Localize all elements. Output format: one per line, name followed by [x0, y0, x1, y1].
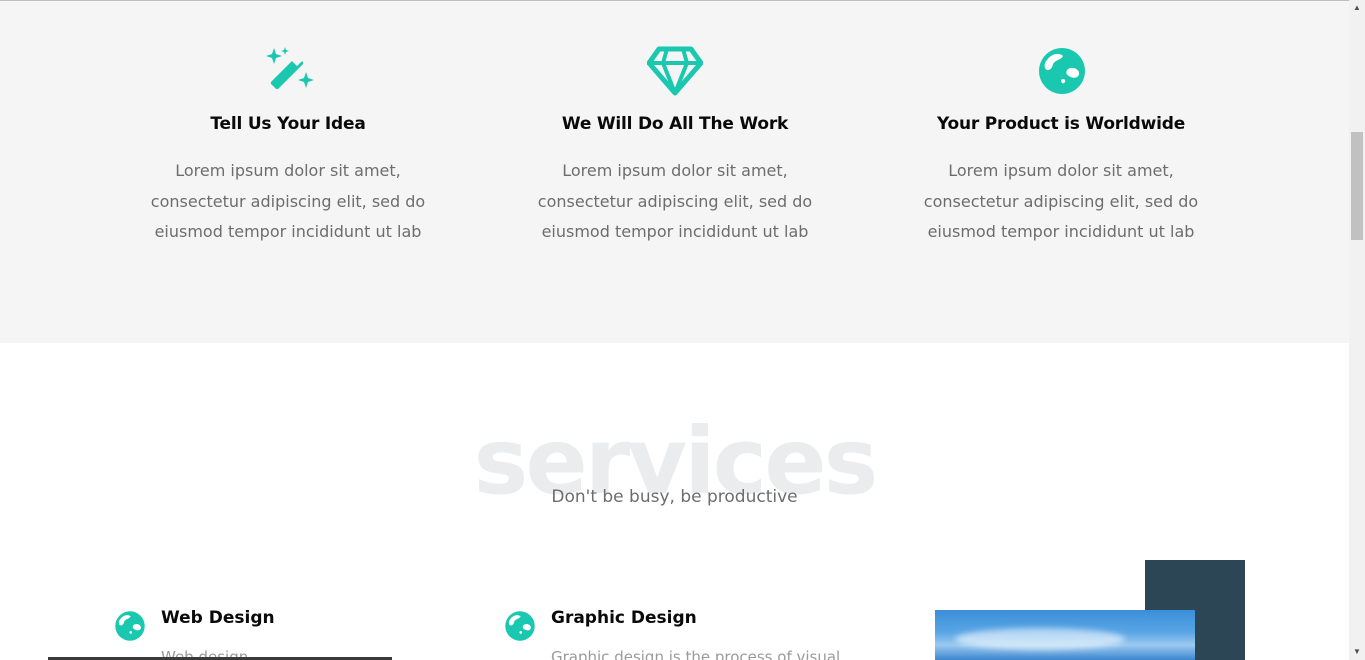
- service-title: Graphic Design: [551, 608, 697, 628]
- feature-description: Lorem ipsum dolor sit amet, consectetur …: [923, 161, 1199, 241]
- sky-photo: [935, 610, 1195, 660]
- globe-icon: [115, 611, 145, 641]
- feature-description: Lorem ipsum dolor sit amet, consectetur …: [150, 161, 426, 241]
- cloud-shape: [955, 628, 1125, 650]
- service-title: Web Design: [161, 608, 275, 628]
- scroll-up-icon[interactable]: ▲: [1349, 0, 1365, 16]
- globe-icon: [505, 611, 535, 641]
- service-description: Graphic design is the process of visual: [551, 648, 841, 660]
- feature-title: Tell Us Your Idea: [210, 114, 366, 134]
- feature-title: Your Product is Worldwide: [936, 114, 1186, 134]
- diamond-icon: [647, 46, 703, 96]
- page: Tell Us Your Idea Lorem ipsum dolor sit …: [0, 0, 1365, 660]
- globe-icon: [1039, 48, 1085, 94]
- feature-title: We Will Do All The Work: [561, 114, 789, 134]
- vertical-scrollbar[interactable]: ▲ ▼: [1349, 0, 1365, 660]
- magic-wand-icon: [266, 47, 314, 90]
- features-section: Tell Us Your Idea Lorem ipsum dolor sit …: [0, 1, 1349, 343]
- services-subtitle: Don't be busy, be productive: [551, 487, 798, 507]
- scroll-thumb[interactable]: [1351, 132, 1363, 240]
- feature-description: Lorem ipsum dolor sit amet, consectetur …: [537, 161, 813, 241]
- scroll-down-icon[interactable]: ▼: [1349, 644, 1365, 660]
